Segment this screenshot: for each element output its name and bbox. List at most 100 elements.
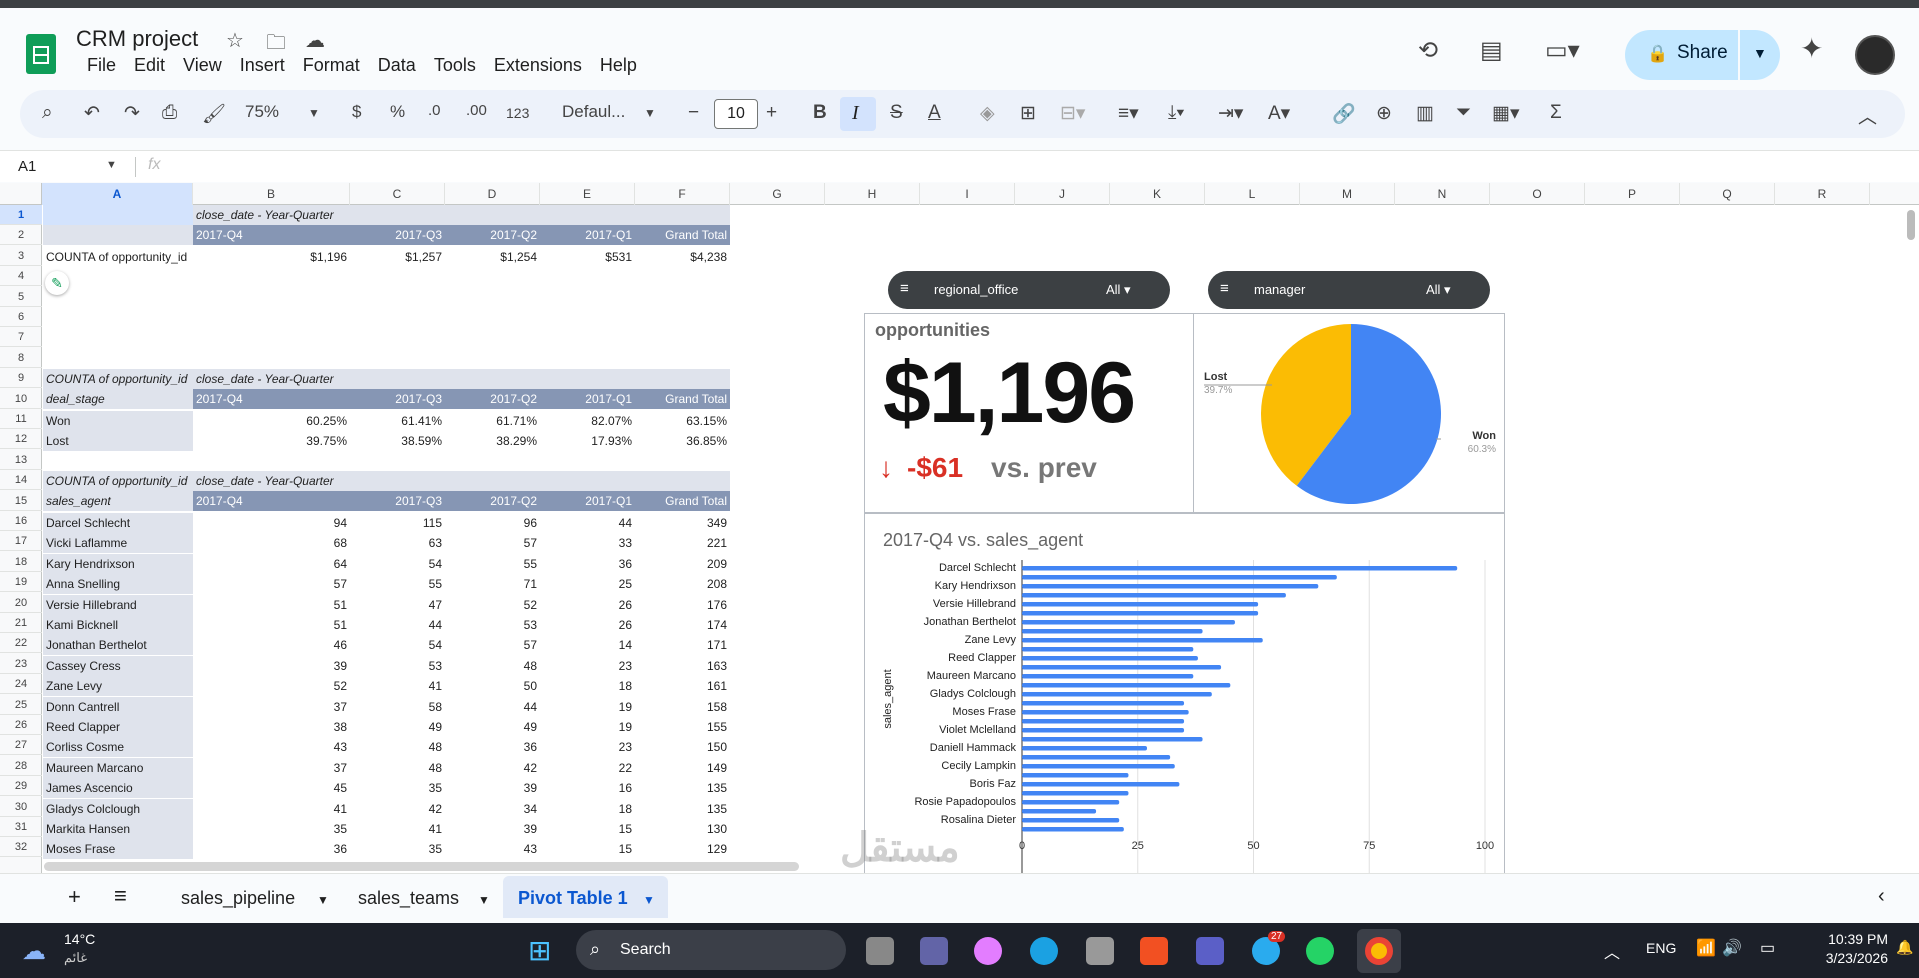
undo-icon[interactable]: ↶ [84, 102, 100, 125]
row-header[interactable]: 8 [0, 348, 42, 368]
pivot2-cell[interactable]: 82.07% [540, 411, 635, 431]
pivot3-cell[interactable]: 54 [350, 635, 445, 655]
pivot3-cell[interactable]: 43 [445, 839, 540, 859]
pivot3-cell[interactable]: 163 [635, 656, 730, 676]
teams-meet-icon[interactable] [920, 937, 948, 965]
bar-chart[interactable]: 2017-Q4 vs. sales_agent 0 25 50 75 100 Darcel… [864, 513, 1505, 873]
pivot3-cell[interactable]: 15 [540, 819, 635, 839]
row-header[interactable]: 31 [0, 817, 42, 837]
row-header[interactable]: 19 [0, 572, 42, 593]
all-sheets-icon[interactable]: ≡ [114, 883, 127, 909]
pivot3-cell[interactable]: 135 [635, 799, 730, 819]
pivot3-cell[interactable]: 155 [635, 717, 730, 737]
pivot3-cell[interactable]: 57 [445, 635, 540, 655]
pivot3-row-label[interactable]: James Ascencio [43, 778, 193, 798]
sheet-tab-dropdown-icon[interactable]: ▼ [317, 893, 329, 907]
bar[interactable] [1022, 566, 1458, 571]
row-header[interactable]: 27 [0, 735, 42, 756]
meet-icon[interactable]: ▭▾ [1545, 36, 1580, 65]
row-header[interactable]: 17 [0, 531, 42, 552]
pivot3-cell[interactable]: 48 [350, 758, 445, 778]
pivot2-cell[interactable]: 60.25% [193, 411, 350, 431]
print-icon[interactable]: ⎙ [162, 102, 177, 124]
sheet-tab-sales-pipeline[interactable]: sales_pipeline [181, 888, 295, 909]
pivot3-cell[interactable]: 176 [635, 595, 730, 615]
bar[interactable] [1022, 719, 1185, 724]
menu-file[interactable]: File [78, 55, 125, 76]
pivot3-cell[interactable]: 52 [193, 676, 350, 696]
pivot3-cell[interactable]: 25 [540, 574, 635, 594]
pivot1-value[interactable]: $1,196 [193, 247, 350, 267]
row-header[interactable]: 24 [0, 674, 42, 695]
redo-icon[interactable]: ↷ [124, 102, 140, 125]
bar[interactable] [1022, 809, 1097, 814]
bar[interactable] [1022, 764, 1175, 769]
pivot3-cell[interactable]: 57 [445, 533, 540, 553]
pivot3-cell[interactable]: 209 [635, 554, 730, 574]
sheet-tab-pivot-table-1[interactable]: Pivot Table 1 [518, 888, 628, 909]
pivot3-cell[interactable]: 35 [350, 778, 445, 798]
font-size-input[interactable]: 10 [714, 99, 758, 129]
pivot3-cell[interactable]: 22 [540, 758, 635, 778]
edge-icon[interactable] [1030, 937, 1058, 965]
pivot3-cell[interactable]: 39 [445, 819, 540, 839]
pivot3-cell[interactable]: 135 [635, 778, 730, 798]
version-history-icon[interactable]: ⟲ [1418, 36, 1438, 65]
pivot3-cell[interactable]: 55 [445, 554, 540, 574]
bar[interactable] [1022, 584, 1319, 589]
row-header[interactable]: 7 [0, 327, 42, 348]
row-header[interactable]: 25 [0, 695, 42, 715]
row-header[interactable]: 5 [0, 287, 42, 307]
pivot3-row-label[interactable]: Jonathan Berthelot [43, 635, 193, 655]
increase-decimal-button[interactable]: .00 [466, 102, 487, 119]
bar[interactable] [1022, 575, 1337, 580]
sheet-tab-sales-teams[interactable]: sales_teams [358, 888, 459, 909]
clock-time[interactable]: 10:39 PM [1798, 931, 1888, 947]
pivot3-cell[interactable]: 221 [635, 533, 730, 553]
column-header[interactable]: C [350, 183, 445, 205]
menu-insert[interactable]: Insert [231, 55, 294, 76]
filter-chip-manager[interactable]: ≡ manager All ▾ [1208, 271, 1490, 309]
sheet-tab-dropdown-icon[interactable]: ▼ [478, 893, 490, 907]
insert-chart-icon[interactable]: ▥ [1416, 102, 1434, 125]
pivot3-header[interactable]: 2017-Q3 [350, 491, 445, 511]
pivot3-cell[interactable]: 94 [193, 513, 350, 533]
notification-bell-icon[interactable]: 🔔 [1896, 939, 1913, 956]
pivot3-row-label[interactable]: Versie Hillebrand [43, 595, 193, 615]
share-dropdown-icon[interactable]: ▼ [1753, 45, 1767, 61]
bar[interactable] [1022, 611, 1259, 616]
column-header[interactable]: L [1205, 183, 1300, 205]
pivot3-cell[interactable]: 53 [445, 615, 540, 635]
column-header[interactable]: H [825, 183, 920, 205]
pivot3-cell[interactable]: 36 [540, 554, 635, 574]
pivot3-cell[interactable]: 39 [445, 778, 540, 798]
column-header[interactable]: G [730, 183, 825, 205]
name-box[interactable]: A1 [18, 158, 36, 175]
row-header[interactable]: 23 [0, 654, 42, 674]
pivot3-cell[interactable]: 52 [445, 595, 540, 615]
pivot2-cell[interactable]: 63.15% [635, 411, 730, 431]
wifi-icon[interactable]: 📶 [1696, 938, 1716, 958]
bar[interactable] [1022, 602, 1259, 607]
pivot3-cell[interactable]: 26 [540, 595, 635, 615]
pivot3-cell[interactable]: 43 [193, 737, 350, 757]
pivot3-cell[interactable]: 19 [540, 717, 635, 737]
pivot2-cell[interactable]: 61.71% [445, 411, 540, 431]
menu-tools[interactable]: Tools [425, 55, 485, 76]
row-header[interactable]: 10 [0, 389, 42, 409]
pivot1-value[interactable]: $1,257 [350, 247, 445, 267]
bar[interactable] [1022, 656, 1198, 661]
volume-icon[interactable]: 🔊 [1722, 938, 1742, 958]
pivot3-cell[interactable]: 39 [193, 656, 350, 676]
column-header[interactable]: J [1015, 183, 1110, 205]
bar[interactable] [1022, 593, 1286, 598]
pivot3-cell[interactable]: 50 [445, 676, 540, 696]
column-header[interactable]: Q [1680, 183, 1775, 205]
row-header[interactable]: 14 [0, 470, 42, 491]
pivot3-cell[interactable]: 41 [350, 819, 445, 839]
menu-extensions[interactable]: Extensions [485, 55, 591, 76]
bar[interactable] [1022, 674, 1194, 679]
column-header[interactable]: E [540, 183, 635, 205]
row-header[interactable]: 18 [0, 552, 42, 572]
pivot3-cell[interactable]: 34 [445, 799, 540, 819]
